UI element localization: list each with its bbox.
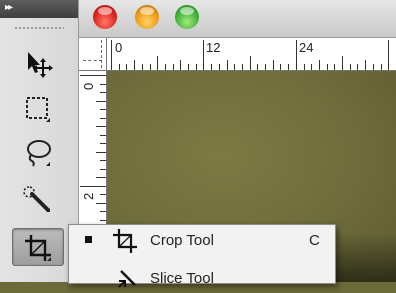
ruler-tick: [257, 64, 258, 70]
submenu-indicator: [46, 118, 50, 122]
ruler-tick: [242, 64, 243, 70]
ruler-h-label: 24: [299, 41, 313, 54]
ruler-tick: [311, 64, 312, 70]
ruler-tick: [381, 64, 382, 70]
menu-item-shortcut: C: [309, 232, 320, 249]
ruler-tick: [100, 118, 106, 119]
tools-panel-header[interactable]: ▸▸: [0, 0, 78, 18]
slice-icon: [109, 265, 143, 293]
ruler-tick: [96, 152, 106, 153]
menu-item-label: Crop Tool: [150, 232, 214, 249]
ruler-tick: [265, 64, 266, 70]
submenu-indicator: [46, 162, 50, 166]
ruler-tick: [100, 92, 106, 93]
ruler-tick: [342, 56, 343, 70]
move-arrow-icon: [19, 48, 55, 80]
ruler-tick: [357, 64, 358, 70]
menu-item-crop-tool[interactable]: Crop Tool C: [69, 225, 335, 255]
ruler-tick: [273, 60, 274, 70]
ruler-tick: [96, 101, 106, 102]
zoom-window-button[interactable]: [175, 5, 199, 29]
ruler-tick: [142, 64, 143, 70]
ruler-tick: [219, 64, 220, 70]
ruler-tick: [100, 220, 106, 221]
ruler-v-label: 0: [82, 83, 95, 90]
ruler-tick: [100, 160, 106, 161]
ruler-tick: [100, 211, 106, 212]
ruler-tick: [234, 64, 235, 70]
ruler-tick: [196, 64, 197, 70]
ruler-tick: [100, 194, 106, 195]
ruler-tick: [126, 64, 127, 70]
ruler-tick: [227, 60, 228, 70]
ruler-tick: [388, 40, 389, 70]
ruler-tick: [100, 84, 106, 85]
ruler-tick: [327, 64, 328, 70]
submenu-indicator: [46, 208, 50, 212]
ruler-tick: [100, 135, 106, 136]
ruler-tick: [134, 60, 135, 70]
ruler-tick: [100, 169, 106, 170]
ruler-tick: [211, 64, 212, 70]
ruler-tick: [80, 75, 106, 76]
quick-selection-tool-button[interactable]: [12, 180, 62, 216]
ruler-tick: [296, 40, 297, 70]
move-tool-button[interactable]: [12, 46, 62, 82]
document-window-titlebar[interactable]: [79, 0, 396, 38]
ruler-tick: [250, 56, 251, 70]
crop-icon: [109, 227, 143, 255]
lasso-tool-button[interactable]: [12, 134, 62, 170]
ruler-tick: [203, 40, 204, 70]
crop-tool-flyout-menu: Crop Tool C Slice Tool: [68, 224, 336, 284]
ruler-v-label: 2: [82, 193, 95, 200]
menu-item-label: Slice Tool: [150, 270, 214, 287]
ruler-tick: [304, 64, 305, 70]
ruler-tick: [150, 64, 151, 70]
ruler-tick: [96, 177, 106, 178]
ruler-tick: [319, 60, 320, 70]
ruler-tick: [173, 64, 174, 70]
ruler-tick: [288, 64, 289, 70]
close-window-button[interactable]: [93, 5, 117, 29]
ruler-tick: [119, 64, 120, 70]
ruler-tick: [157, 56, 158, 70]
menu-item-slice-tool[interactable]: Slice Tool: [69, 263, 335, 293]
ruler-tick: [80, 186, 106, 187]
submenu-indicator: [47, 257, 51, 261]
ruler-tick: [96, 203, 106, 204]
ruler-tick: [111, 40, 112, 70]
ruler-h-label: 0: [115, 41, 122, 54]
collapse-panel-icon[interactable]: ▸▸: [5, 2, 11, 13]
ruler-tick: [334, 64, 335, 70]
ruler-tick: [100, 143, 106, 144]
ruler-origin-guide-v: [101, 40, 102, 68]
ruler-tick: [365, 60, 366, 70]
ruler-tick: [280, 64, 281, 70]
ruler-tick: [180, 60, 181, 70]
ruler-tick: [165, 64, 166, 70]
minimize-window-button[interactable]: [135, 5, 159, 29]
selected-bullet-icon: [85, 236, 92, 243]
ruler-origin-guide-h: [83, 60, 102, 61]
ruler-tick: [188, 64, 189, 70]
ruler-tick: [350, 64, 351, 70]
crop-tool-button[interactable]: [12, 228, 64, 266]
panel-grip[interactable]: [14, 26, 64, 30]
horizontal-ruler[interactable]: 0 12 24: [107, 38, 396, 71]
ruler-h-label: 12: [206, 41, 220, 54]
ruler-tick: [373, 64, 374, 70]
ruler-tick: [100, 109, 106, 110]
marquee-tool-button[interactable]: [12, 90, 62, 126]
ruler-tick: [96, 126, 106, 127]
ruler-origin[interactable]: [79, 38, 107, 71]
